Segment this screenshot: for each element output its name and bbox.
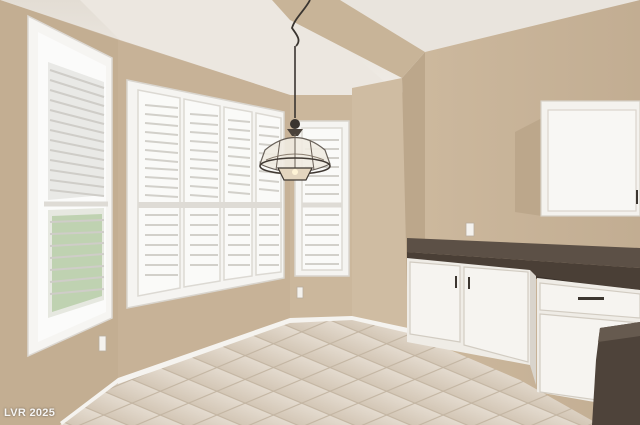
drawer-handle	[578, 297, 604, 300]
cabinet-handle	[468, 277, 470, 289]
window-bay-center	[126, 79, 285, 309]
outlet-icon	[296, 286, 304, 299]
window-left	[27, 14, 113, 358]
outlet-icon	[98, 335, 107, 352]
wall-pillar	[352, 78, 408, 330]
cabinet-handle	[636, 190, 638, 204]
room-illustration	[0, 0, 640, 425]
photo-watermark: LVR 2025	[4, 407, 56, 419]
cabinet-handle	[455, 276, 457, 288]
kitchen-dining-photo: LVR 2025	[0, 0, 640, 425]
outlet-icon	[465, 222, 475, 237]
